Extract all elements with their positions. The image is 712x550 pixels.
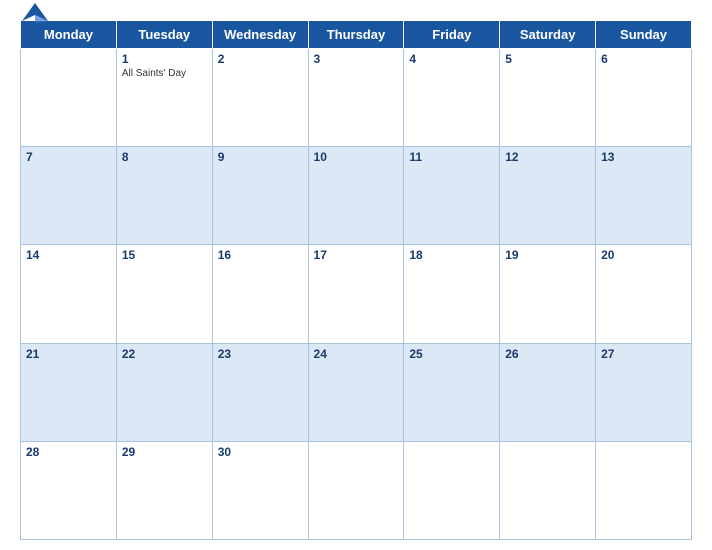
- day-number: 28: [26, 445, 111, 459]
- calendar-cell: 9: [212, 147, 308, 245]
- calendar-cell: 7: [21, 147, 117, 245]
- calendar-cell: 20: [596, 245, 692, 343]
- day-number: 17: [314, 248, 399, 262]
- day-header-thursday: Thursday: [308, 21, 404, 49]
- calendar-cell: 4: [404, 49, 500, 147]
- day-number: 23: [218, 347, 303, 361]
- day-number: 13: [601, 150, 686, 164]
- calendar-cell: 6: [596, 49, 692, 147]
- week-row: 14 15 16 17 18 19 20: [21, 245, 692, 343]
- calendar-cell: 19: [500, 245, 596, 343]
- day-header-wednesday: Wednesday: [212, 21, 308, 49]
- day-number: 18: [409, 248, 494, 262]
- day-number: 11: [409, 150, 494, 164]
- day-number: 12: [505, 150, 590, 164]
- day-number: 9: [218, 150, 303, 164]
- calendar-cell: 28: [21, 441, 117, 539]
- day-number: 1: [122, 52, 207, 66]
- day-number: 21: [26, 347, 111, 361]
- day-number: 10: [314, 150, 399, 164]
- calendar-cell: 10: [308, 147, 404, 245]
- calendar-cell: 5: [500, 49, 596, 147]
- day-number: 2: [218, 52, 303, 66]
- calendar-cell: [21, 49, 117, 147]
- calendar-cell: 24: [308, 343, 404, 441]
- calendar-cell: 30: [212, 441, 308, 539]
- week-row: 28 29 30: [21, 441, 692, 539]
- calendar-cell: 27: [596, 343, 692, 441]
- day-header-sunday: Sunday: [596, 21, 692, 49]
- day-number: 14: [26, 248, 111, 262]
- calendar-cell: 25: [404, 343, 500, 441]
- calendar-cell: 12: [500, 147, 596, 245]
- day-number: 19: [505, 248, 590, 262]
- calendar-cell: 26: [500, 343, 596, 441]
- day-number: 15: [122, 248, 207, 262]
- calendar-cell: [596, 441, 692, 539]
- logo: [20, 1, 54, 27]
- calendar-cell: 18: [404, 245, 500, 343]
- calendar-cell: 14: [21, 245, 117, 343]
- day-number: 16: [218, 248, 303, 262]
- day-number: 4: [409, 52, 494, 66]
- calendar-table: MondayTuesdayWednesdayThursdayFridaySatu…: [20, 20, 692, 540]
- day-number: 6: [601, 52, 686, 66]
- week-row: 1 All Saints' Day 23456: [21, 49, 692, 147]
- day-header-tuesday: Tuesday: [116, 21, 212, 49]
- calendar-cell: 13: [596, 147, 692, 245]
- calendar-cell: 17: [308, 245, 404, 343]
- day-number: 26: [505, 347, 590, 361]
- day-number: 22: [122, 347, 207, 361]
- calendar-cell: 22: [116, 343, 212, 441]
- days-header-row: MondayTuesdayWednesdayThursdayFridaySatu…: [21, 21, 692, 49]
- day-number: 24: [314, 347, 399, 361]
- week-row: 789 10 11 12 13: [21, 147, 692, 245]
- calendar-cell: [404, 441, 500, 539]
- day-number: 27: [601, 347, 686, 361]
- calendar-cell: 8: [116, 147, 212, 245]
- calendar-cell: [308, 441, 404, 539]
- day-number: 29: [122, 445, 207, 459]
- calendar-cell: 2: [212, 49, 308, 147]
- day-header-saturday: Saturday: [500, 21, 596, 49]
- logo-icon: [20, 1, 50, 27]
- calendar-cell: 21: [21, 343, 117, 441]
- day-number: 20: [601, 248, 686, 262]
- calendar-cell: 15: [116, 245, 212, 343]
- week-row: 21 22 23 24 25 26 27: [21, 343, 692, 441]
- day-number: 5: [505, 52, 590, 66]
- day-number: 3: [314, 52, 399, 66]
- day-number: 30: [218, 445, 303, 459]
- calendar-cell: 1 All Saints' Day: [116, 49, 212, 147]
- calendar-cell: 16: [212, 245, 308, 343]
- day-header-friday: Friday: [404, 21, 500, 49]
- calendar-cell: [500, 441, 596, 539]
- event-label: All Saints' Day: [122, 68, 207, 79]
- day-number: 7: [26, 150, 111, 164]
- day-number: 8: [122, 150, 207, 164]
- calendar-cell: 3: [308, 49, 404, 147]
- calendar-cell: 23: [212, 343, 308, 441]
- day-number: 25: [409, 347, 494, 361]
- calendar-cell: 11: [404, 147, 500, 245]
- calendar-cell: 29: [116, 441, 212, 539]
